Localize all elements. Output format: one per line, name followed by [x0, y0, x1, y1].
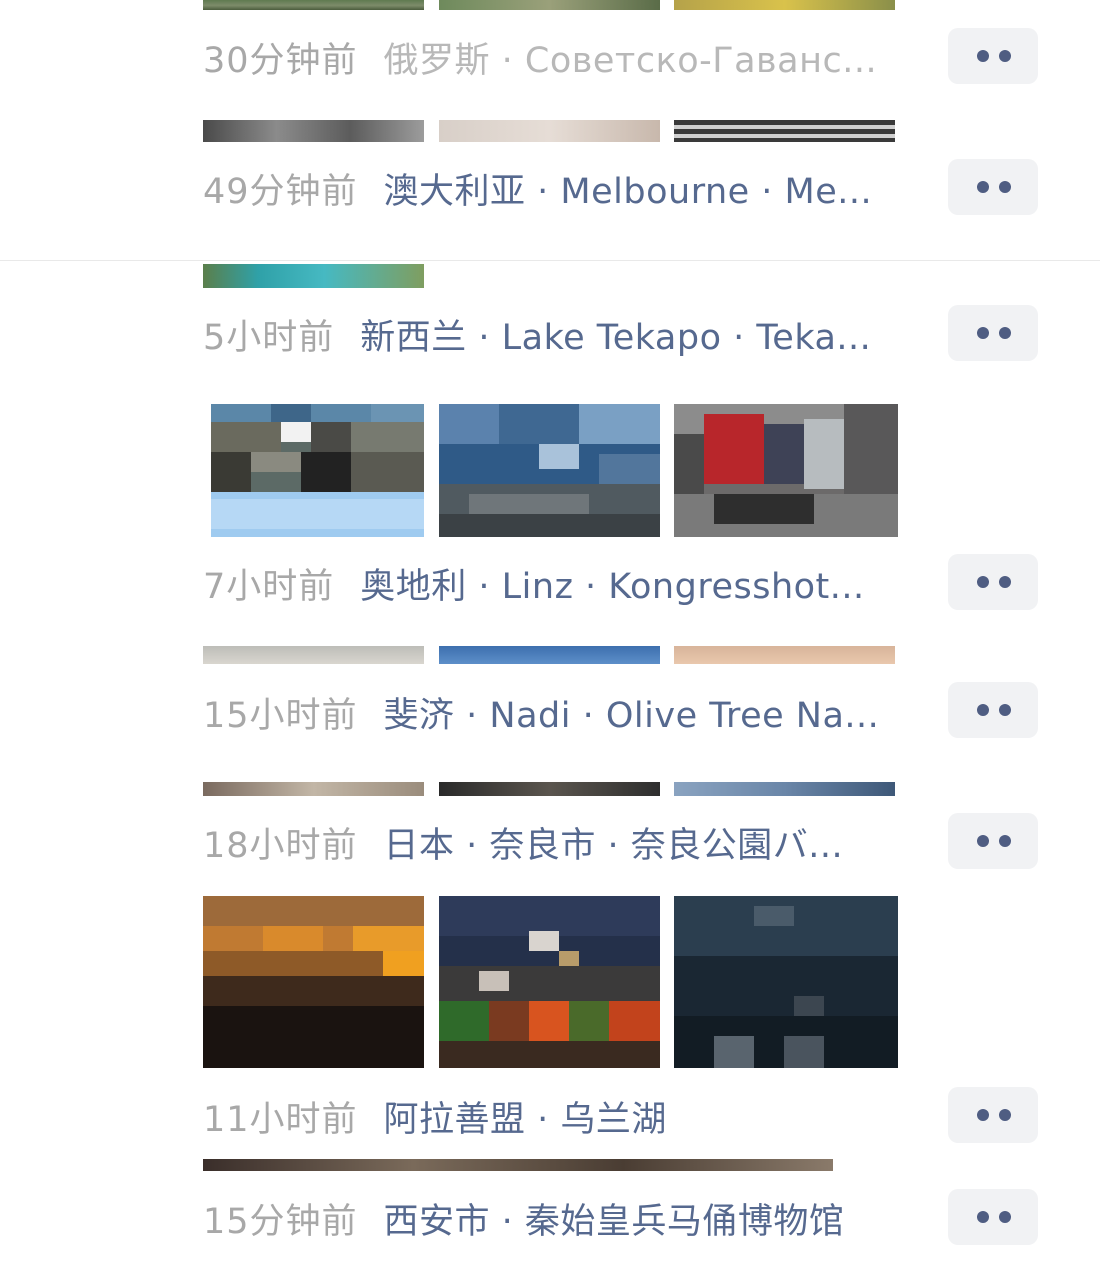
more-options-button[interactable]	[948, 554, 1038, 610]
feed-entry: 49分钟前 澳大利亚 · Melbourne · Me...	[0, 118, 1100, 228]
post-meta: 30分钟前 俄罗斯 · Советско-Гаванс...	[203, 27, 923, 87]
feed-entry: 30分钟前 俄罗斯 · Советско-Гаванс...	[0, 0, 1100, 110]
two-dots-more-icon	[977, 1211, 989, 1223]
more-options-button[interactable]	[948, 159, 1038, 215]
post-meta: 49分钟前 澳大利亚 · Melbourne · Me...	[203, 158, 923, 218]
photo-thumbnail[interactable]	[674, 782, 895, 796]
feed-entry: 15小时前 斐济 · Nadi · Olive Tree Na...	[0, 642, 1100, 752]
post-time: 5小时前	[203, 317, 335, 358]
photo-thumbnail[interactable]	[203, 264, 424, 288]
post-time: 11小时前	[203, 1099, 358, 1140]
two-dots-more-icon-dot	[999, 1211, 1011, 1223]
two-dots-more-icon	[977, 181, 989, 193]
more-options-button[interactable]	[948, 305, 1038, 361]
photo-thumbnail[interactable]	[203, 0, 424, 10]
pixelated-photo	[203, 896, 424, 1068]
post-time: 18小时前	[203, 825, 358, 866]
photo-thumbnail[interactable]	[203, 1159, 833, 1171]
more-options-button[interactable]	[948, 682, 1038, 738]
post-meta: 7小时前 奥地利 · Linz · Kongresshot...	[203, 553, 923, 613]
more-options-button[interactable]	[948, 1189, 1038, 1245]
feed-entry: 15分钟前 西安市 · 秦始皇兵马俑博物馆	[0, 1155, 1100, 1271]
photo-thumbnail[interactable]	[203, 782, 424, 796]
photo-strip[interactable]	[203, 0, 895, 10]
photo-thumbnail[interactable]	[439, 646, 660, 664]
two-dots-more-icon	[977, 327, 989, 339]
two-dots-more-icon	[977, 704, 989, 716]
pixelated-photo	[674, 896, 898, 1068]
more-options-button[interactable]	[948, 1087, 1038, 1143]
photo-thumbnail[interactable]	[439, 120, 660, 142]
photo-strip[interactable]	[203, 120, 895, 142]
two-dots-more-icon	[977, 50, 989, 62]
more-options-button[interactable]	[948, 813, 1038, 869]
post-meta: 18小时前 日本 · 奈良市 · 奈良公園バ...	[203, 812, 923, 872]
two-dots-more-icon-dot	[999, 50, 1011, 62]
photo-thumbnail[interactable]	[203, 120, 424, 142]
photo-thumbnail[interactable]	[674, 120, 895, 142]
feed-entry: 11小时前 阿拉善盟 · 乌兰湖	[0, 893, 1100, 1153]
section-divider	[0, 260, 1100, 261]
two-dots-more-icon-dot	[999, 181, 1011, 193]
location-link[interactable]: 新西兰 · Lake Tekapo · Teka...	[360, 309, 871, 360]
location-link[interactable]: 奥地利 · Linz · Kongresshot...	[360, 558, 864, 609]
pixelated-photo	[439, 404, 660, 537]
photo-thumbnail[interactable]	[439, 896, 660, 1068]
two-dots-more-icon-dot	[999, 576, 1011, 588]
two-dots-more-icon-dot	[999, 704, 1011, 716]
post-meta: 15分钟前 西安市 · 秦始皇兵马俑博物馆	[203, 1188, 923, 1248]
location-link[interactable]: 俄罗斯 · Советско-Гаванс...	[384, 32, 878, 83]
pixelated-photo	[211, 404, 424, 537]
photo-strip[interactable]	[203, 646, 895, 664]
photo-thumbnail[interactable]	[211, 404, 424, 537]
pixelated-photo	[439, 896, 660, 1068]
feed-entry: 7小时前 奥地利 · Linz · Kongresshot...	[0, 400, 1100, 620]
two-dots-more-icon-dot	[999, 835, 1011, 847]
location-link[interactable]: 西安市 · 秦始皇兵马俑博物馆	[384, 1193, 845, 1244]
photo-thumbnail[interactable]	[674, 896, 898, 1068]
photo-strip[interactable]	[203, 782, 895, 796]
photo-thumbnail[interactable]	[439, 782, 660, 796]
post-time: 15小时前	[203, 695, 358, 736]
photo-thumbnail[interactable]	[203, 646, 424, 664]
photo-thumbnail[interactable]	[439, 404, 660, 537]
location-link[interactable]: 阿拉善盟 · 乌兰湖	[384, 1091, 667, 1142]
photo-strip[interactable]	[203, 404, 898, 537]
two-dots-more-icon	[977, 835, 989, 847]
two-dots-more-icon	[977, 1109, 989, 1121]
photo-thumbnail[interactable]	[674, 0, 895, 10]
two-dots-more-icon-dot	[999, 327, 1011, 339]
post-meta: 11小时前 阿拉善盟 · 乌兰湖	[203, 1086, 923, 1146]
pixelated-photo	[674, 404, 898, 537]
location-link[interactable]: 斐济 · Nadi · Olive Tree Na...	[384, 687, 880, 738]
location-link[interactable]: 澳大利亚 · Melbourne · Me...	[384, 163, 873, 214]
feed-entry: 5小时前 新西兰 · Lake Tekapo · Teka...	[0, 262, 1100, 372]
photo-thumbnail[interactable]	[674, 404, 898, 537]
photo-thumbnail[interactable]	[674, 646, 895, 664]
two-dots-more-icon-dot	[999, 1109, 1011, 1121]
photo-strip[interactable]	[203, 264, 424, 288]
post-meta: 15小时前 斐济 · Nadi · Olive Tree Na...	[203, 682, 923, 742]
two-dots-more-icon	[977, 576, 989, 588]
photo-thumbnail[interactable]	[203, 896, 424, 1068]
more-options-button[interactable]	[948, 28, 1038, 84]
feed-entry: 18小时前 日本 · 奈良市 · 奈良公園バ...	[0, 775, 1100, 885]
post-time: 7小时前	[203, 566, 335, 607]
location-link[interactable]: 日本 · 奈良市 · 奈良公園バ...	[384, 817, 844, 868]
post-time: 49分钟前	[203, 171, 358, 212]
photo-strip[interactable]	[203, 896, 898, 1068]
post-time: 30分钟前	[203, 40, 358, 81]
post-time: 15分钟前	[203, 1201, 358, 1242]
photo-strip[interactable]	[203, 1159, 833, 1171]
photo-thumbnail[interactable]	[439, 0, 660, 10]
post-meta: 5小时前 新西兰 · Lake Tekapo · Teka...	[203, 304, 923, 364]
